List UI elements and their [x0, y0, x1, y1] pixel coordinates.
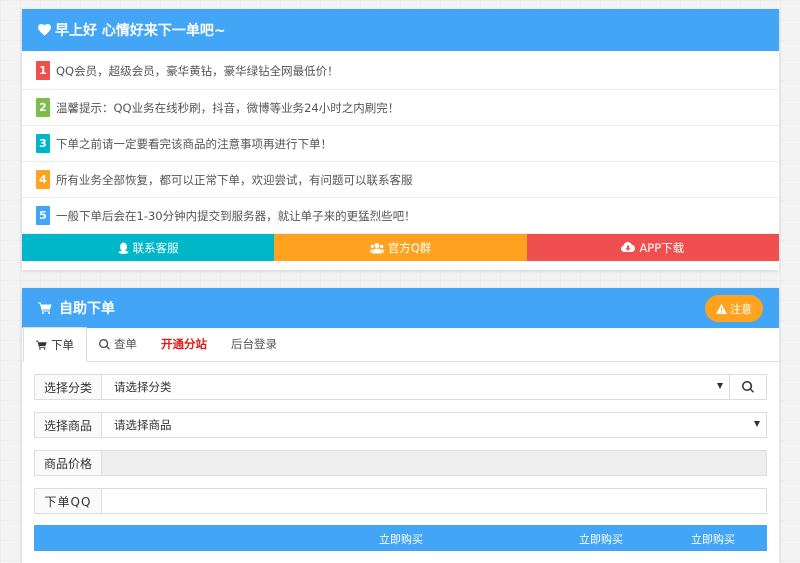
qq-group-label: 官方Q群: [387, 240, 432, 255]
product-label: 选择商品: [34, 412, 102, 438]
heart-icon: [38, 24, 51, 36]
notice-item: 3 下单之前请一定要看完该商品的注意事项再进行下单！: [22, 126, 779, 162]
product-select-value: 请选择商品: [114, 418, 172, 432]
tab-query-label: 查单: [114, 337, 137, 351]
order-title: 自助下单: [59, 301, 115, 317]
warning-icon: [716, 303, 727, 314]
contact-support-label: 联系客服: [132, 240, 179, 255]
greeting-header: 早上好 心情好来下一单吧~: [22, 9, 779, 51]
notice-item: 4 所有业务全部恢复，都可以正常下单，欢迎尝试，有问题可以联系客服: [22, 162, 779, 198]
shopping-cart-icon: [36, 340, 47, 350]
order-header: 自助下单 注意: [22, 288, 779, 328]
buy-now-label: 立即购买: [379, 533, 423, 546]
category-row: 选择分类 请选择分类: [34, 374, 767, 400]
category-select[interactable]: 请选择分类: [102, 374, 730, 400]
cloud-download-icon: [621, 242, 636, 252]
caret-down-icon: [754, 421, 760, 427]
users-icon: [369, 242, 384, 253]
order-form: 选择分类 请选择分类 选择商品 请选择商品 商品价格 下单QQ: [22, 362, 779, 514]
search-icon: [99, 338, 110, 350]
notice-text: 温馨提示：QQ业务在线秒刷，抖音，微博等业务24小时之内刷完！: [56, 100, 400, 115]
notice-item: 5 一般下单后会在1-30分钟内提交到服务器，就让单子来的更猛烈些吧！: [22, 198, 779, 234]
price-label: 商品价格: [34, 450, 102, 476]
category-label: 选择分类: [34, 374, 102, 400]
tab-open-substation-label: 开通分站: [161, 337, 207, 351]
tab-admin-login[interactable]: 后台登录: [219, 327, 289, 361]
buy-now-label: 立即购买: [579, 533, 623, 546]
notice-number-badge: 2: [36, 98, 50, 117]
notice-text: QQ会员，超级会员，豪华黄钻，豪华绿钻全网最低价！: [56, 63, 339, 78]
price-field: [102, 450, 767, 476]
tab-open-substation[interactable]: 开通分站: [149, 327, 219, 361]
attention-button[interactable]: 注意: [705, 295, 763, 322]
tab-query[interactable]: 查单: [87, 327, 149, 361]
contact-support-button[interactable]: 联系客服: [22, 234, 275, 261]
order-card: 自助下单 注意 下单 查单 开通分站 后台登录 选择分类 请选择分类 选择商品 …: [22, 288, 779, 563]
qq-row: 下单QQ: [34, 488, 767, 514]
caret-down-icon: [717, 383, 723, 389]
qq-input-field[interactable]: [102, 488, 767, 514]
search-icon: [742, 381, 754, 393]
tab-order-label: 下单: [51, 337, 74, 352]
qq-penguin-icon: [118, 242, 129, 254]
app-download-button[interactable]: APP下载: [526, 234, 779, 261]
action-button-row: 联系客服 官方Q群 APP下载: [22, 234, 779, 261]
qq-group-button[interactable]: 官方Q群: [274, 234, 527, 261]
notice-item: 1 QQ会员，超级会员，豪华黄钻，豪华绿钻全网最低价！: [22, 52, 779, 90]
category-search-button[interactable]: [730, 374, 767, 400]
greeting-title: 早上好 心情好来下一单吧~: [55, 23, 226, 39]
notice-card: 早上好 心情好来下一单吧~ 1 QQ会员，超级会员，豪华黄钻，豪华绿钻全网最低价…: [22, 9, 779, 270]
shopping-cart-icon: [38, 302, 52, 314]
notice-number-badge: 3: [36, 134, 50, 153]
buy-now-button[interactable]: 立即购买 立即购买 立即购买: [34, 525, 767, 551]
attention-label: 注意: [730, 302, 752, 316]
notice-text: 下单之前请一定要看完该商品的注意事项再进行下单！: [56, 136, 332, 151]
buy-now-label: 立即购买: [691, 533, 735, 546]
notice-number-badge: 1: [36, 61, 50, 80]
notice-number-badge: 4: [36, 170, 50, 189]
product-row: 选择商品 请选择商品: [34, 412, 767, 438]
notice-item: 2 温馨提示：QQ业务在线秒刷，抖音，微博等业务24小时之内刷完！: [22, 90, 779, 126]
qq-input[interactable]: [114, 489, 766, 513]
category-select-value: 请选择分类: [114, 380, 172, 394]
app-download-label: APP下载: [639, 240, 685, 255]
tab-order[interactable]: 下单: [23, 327, 87, 362]
notice-list: 1 QQ会员，超级会员，豪华黄钻，豪华绿钻全网最低价！ 2 温馨提示：QQ业务在…: [22, 52, 779, 234]
product-select[interactable]: 请选择商品: [102, 412, 767, 438]
price-row: 商品价格: [34, 450, 767, 476]
qq-label: 下单QQ: [34, 488, 102, 514]
notice-number-badge: 5: [36, 206, 50, 225]
notice-text: 一般下单后会在1-30分钟内提交到服务器，就让单子来的更猛烈些吧！: [56, 208, 416, 223]
tab-admin-login-label: 后台登录: [231, 337, 277, 351]
notice-text: 所有业务全部恢复，都可以正常下单，欢迎尝试，有问题可以联系客服: [56, 172, 413, 187]
order-tabs: 下单 查单 开通分站 后台登录: [22, 327, 779, 362]
